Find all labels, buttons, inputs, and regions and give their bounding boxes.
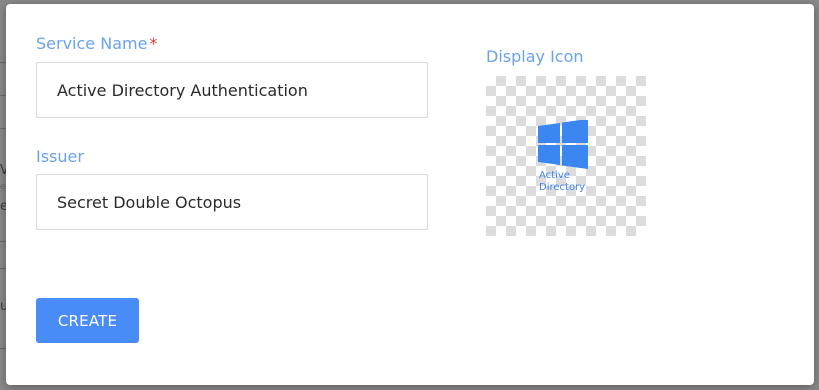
display-icon-picker[interactable]: Active Directory xyxy=(486,76,646,236)
display-icon-label: Display Icon xyxy=(486,47,584,66)
logo-text-line: Active xyxy=(539,170,570,181)
issuer-label: Issuer xyxy=(36,147,84,166)
required-marker: * xyxy=(149,34,158,53)
logo-text-line: Directory xyxy=(539,182,586,193)
active-directory-wordmark: Active Directory xyxy=(539,170,585,194)
create-button[interactable]: CREATE xyxy=(36,298,139,343)
service-name-input[interactable] xyxy=(36,62,428,118)
service-name-label: Service Name * xyxy=(36,36,157,52)
issuer-input[interactable] xyxy=(36,174,428,230)
service-name-label-text: Service Name xyxy=(36,34,148,53)
background-text-fragment: e xyxy=(0,182,6,192)
create-service-dialog: Service Name* Issuer Display Icon Active… xyxy=(6,4,814,385)
